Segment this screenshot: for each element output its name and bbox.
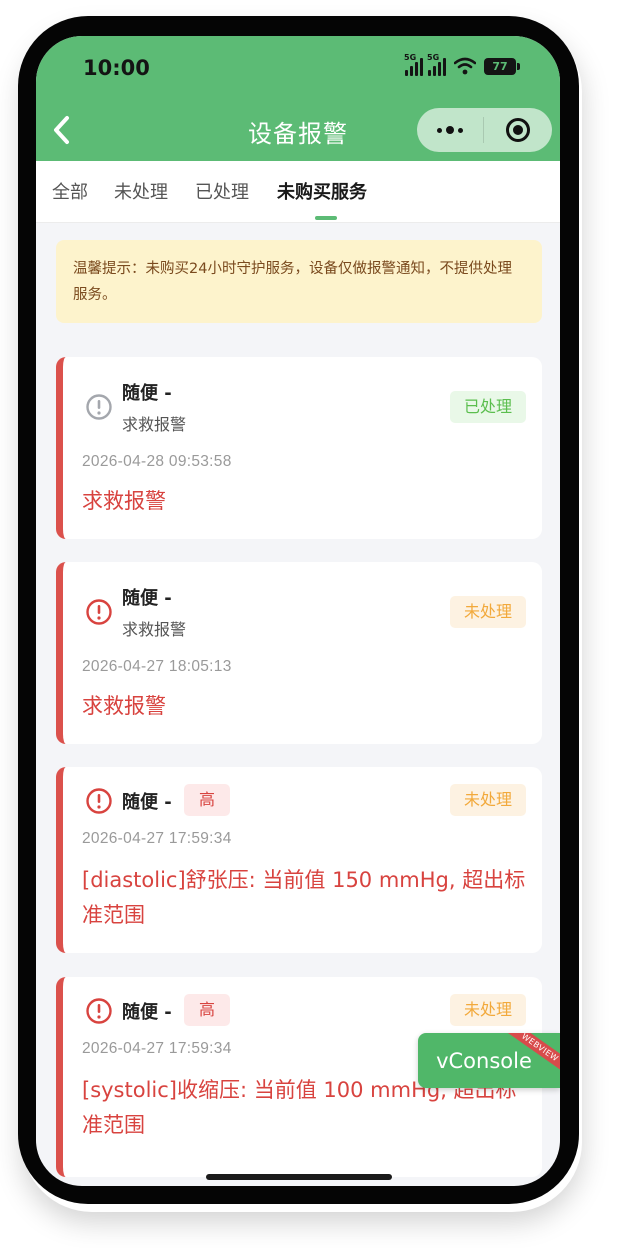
alert-circle-icon [86, 998, 112, 1024]
app-screen: 10:00 5G 5G 77 设备报警 全部 未处理 已处理 未购买服务 温馨提… [36, 36, 560, 1186]
status-time: 10:00 [83, 56, 150, 80]
device-name: 随便 - [122, 1002, 172, 1023]
close-miniprogram-button[interactable] [484, 108, 552, 152]
status-badge: 未处理 [449, 994, 526, 1026]
service-notice: 温馨提示：未购买24小时守护服务，设备仅做报警通知，不提供处理服务。 [56, 240, 542, 323]
alarm-description: 求救报警 [82, 694, 166, 718]
severity-badge: 高 [184, 784, 230, 816]
tab-processed[interactable]: 已处理 [195, 178, 249, 204]
home-indicator[interactable] [206, 1174, 392, 1180]
alert-circle-icon [86, 394, 112, 420]
vconsole-label: vConsole [436, 1048, 532, 1073]
active-tab-indicator [315, 216, 337, 220]
cellular-signal-icon-2: 5G [427, 53, 446, 76]
filter-tabs: 全部 未处理 已处理 未购买服务 [36, 161, 560, 223]
signal-tag-2: 5G [427, 53, 440, 62]
wifi-icon [454, 57, 476, 75]
dot-icon [458, 127, 463, 133]
alarm-type: 求救报警 [122, 620, 187, 639]
alarm-card[interactable]: 随便 - 求救报警 未处理 2026-04-27 18:05:13 求救报警 [56, 562, 542, 744]
status-badge: 未处理 [449, 596, 526, 628]
status-icons: 5G 5G 77 [404, 53, 520, 76]
tab-unprocessed[interactable]: 未处理 [114, 178, 168, 204]
vconsole-button[interactable]: vConsole WEBVIEW [418, 1033, 560, 1088]
alarm-card[interactable]: 随便 - 高 未处理 2026-04-27 17:59:34 [diastoli… [56, 767, 542, 953]
mini-program-capsule [417, 108, 552, 152]
status-badge: 已处理 [449, 391, 526, 423]
device-name: 随便 - [122, 383, 172, 404]
alarm-time: 2026-04-27 17:59:34 [82, 830, 232, 847]
top-bar: 10:00 5G 5G 77 设备报警 [36, 36, 560, 161]
tab-all[interactable]: 全部 [52, 178, 88, 204]
alarm-description: [diastolic]舒张压: 当前值 150 mmHg, 超出标准范围 [82, 868, 526, 927]
device-name: 随便 - [122, 588, 172, 609]
alert-circle-icon [86, 599, 112, 625]
battery-icon: 77 [484, 57, 520, 75]
tab-no-service[interactable]: 未购买服务 [277, 178, 367, 204]
alarm-time: 2026-04-27 17:59:34 [82, 1040, 232, 1057]
alarm-description: 求救报警 [82, 489, 166, 513]
target-circle-icon [506, 118, 530, 142]
alarm-card[interactable]: 随便 - 求救报警 已处理 2026-04-28 09:53:58 求救报警 [56, 357, 542, 539]
dot-icon [446, 126, 454, 134]
alarm-type: 求救报警 [122, 415, 187, 434]
cellular-signal-icon: 5G [404, 53, 423, 76]
signal-tag: 5G [404, 53, 417, 62]
dot-icon [437, 127, 442, 133]
device-name: 随便 - [122, 792, 172, 813]
status-badge: 未处理 [449, 784, 526, 816]
alarm-time: 2026-04-28 09:53:58 [82, 453, 232, 470]
severity-badge: 高 [184, 994, 230, 1026]
alert-circle-icon [86, 788, 112, 814]
more-menu-button[interactable] [417, 108, 483, 152]
alarm-time: 2026-04-27 18:05:13 [82, 658, 232, 675]
